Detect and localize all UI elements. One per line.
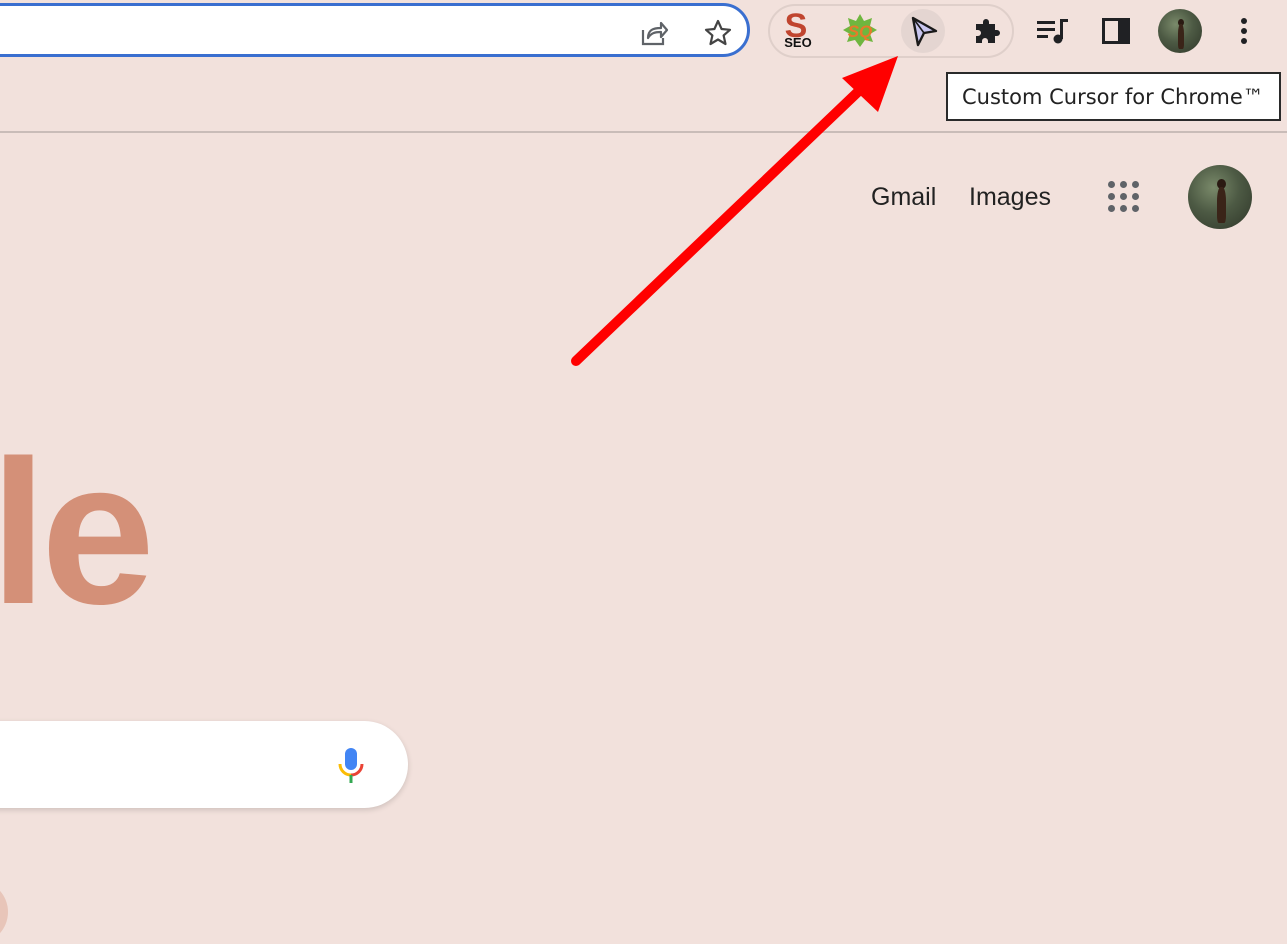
kebab-menu-icon — [1241, 18, 1247, 44]
address-bar[interactable] — [0, 3, 750, 57]
share-icon[interactable] — [639, 18, 669, 48]
seo-extension-icon: S SEO — [784, 11, 811, 50]
microphone-icon[interactable] — [336, 746, 366, 786]
puzzle-icon — [976, 19, 1000, 43]
side-panel-button[interactable] — [1094, 9, 1138, 53]
extension-tooltip: Custom Cursor for Chrome™ — [946, 72, 1281, 121]
images-link[interactable]: Images — [969, 183, 1051, 212]
sq-extension-icon: SQ — [843, 14, 877, 47]
star-icon[interactable] — [703, 18, 733, 48]
svg-text:SEO: SEO — [784, 35, 811, 50]
apps-grid-icon[interactable] — [1106, 179, 1142, 215]
sq-extension-button[interactable]: SQ — [838, 9, 882, 53]
custom-cursor-extension-button[interactable] — [901, 9, 945, 53]
media-control-button[interactable] — [1030, 9, 1074, 53]
extensions-menu-button[interactable] — [966, 9, 1010, 53]
cursor-arrow-icon — [911, 16, 938, 47]
google-logo-fragment: le — [0, 418, 155, 647]
side-panel-icon — [1102, 18, 1130, 44]
shortcut-tile-fragment[interactable] — [0, 880, 8, 944]
seo-extension-button[interactable]: S SEO — [774, 9, 818, 53]
profile-avatar-toolbar[interactable] — [1158, 9, 1202, 53]
gmail-link[interactable]: Gmail — [871, 183, 936, 212]
profile-avatar-page[interactable] — [1188, 165, 1252, 229]
svg-text:SQ: SQ — [848, 22, 873, 41]
playlist-music-icon — [1037, 19, 1068, 44]
chrome-menu-button[interactable] — [1222, 9, 1266, 53]
